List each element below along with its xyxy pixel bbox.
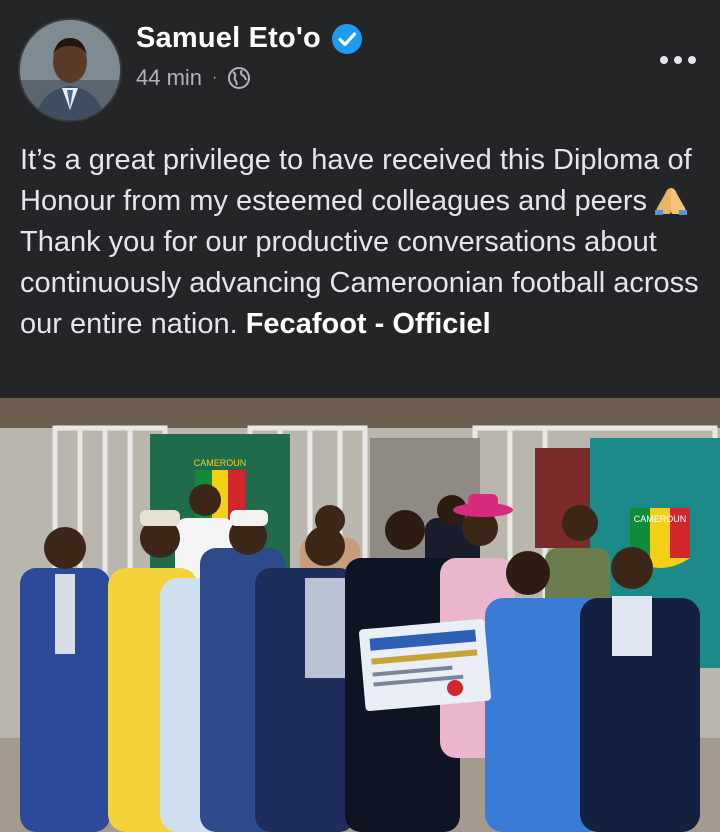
folded-hands-emoji — [655, 188, 688, 215]
author-block: Samuel Eto'o 44 min · — [136, 22, 363, 91]
meta-separator: · — [212, 69, 218, 86]
mention-link[interactable]: Fecafoot - Officiel — [246, 308, 491, 340]
post-photo[interactable]: CAMEROUN CAMEROUN — [0, 398, 720, 832]
banner-left-text: CAMEROUN — [194, 458, 247, 468]
verified-badge-icon — [331, 23, 362, 54]
post-header: Samuel Eto'o 44 min · — [0, 0, 720, 130]
banner-right-text: CAMEROUN — [634, 514, 687, 524]
more-options-icon[interactable] — [656, 45, 700, 75]
avatar[interactable] — [18, 18, 122, 122]
post-timestamp[interactable]: 44 min — [136, 65, 202, 91]
globe-icon — [228, 67, 251, 89]
avatar-image — [20, 20, 120, 120]
group-photo-illustration: CAMEROUN CAMEROUN — [0, 398, 720, 832]
post-text: It’s a great privilege to have received … — [20, 140, 710, 345]
diploma-certificate — [358, 618, 492, 712]
author-name[interactable]: Samuel Eto'o — [136, 22, 321, 55]
post-text-part-1: It’s a great privilege to have received … — [20, 144, 692, 217]
